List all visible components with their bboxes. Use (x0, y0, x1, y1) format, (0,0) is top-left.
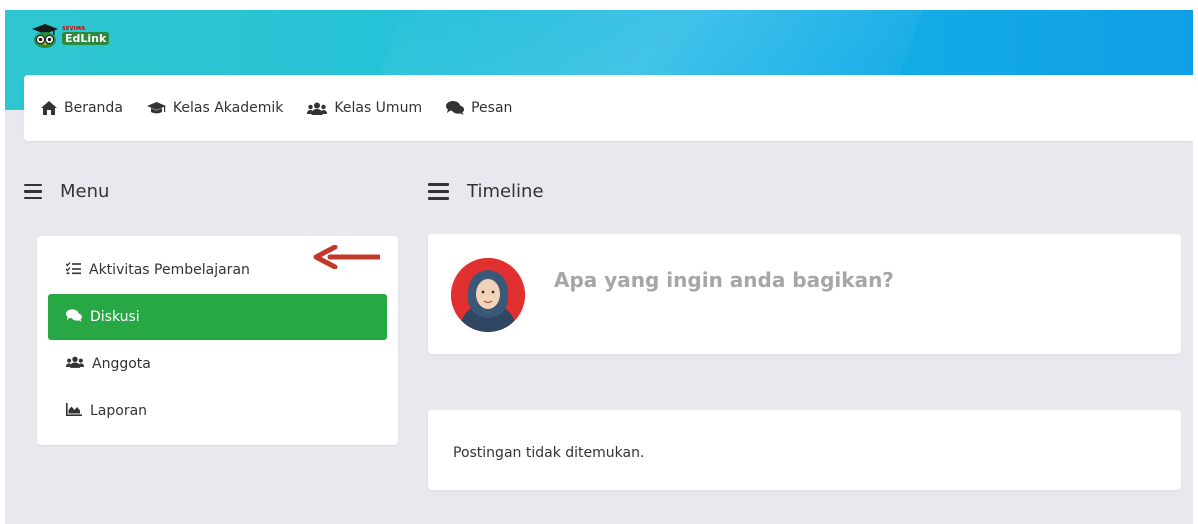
comments-icon (446, 101, 465, 115)
empty-state-message: Postingan tidak ditemukan. (453, 445, 645, 461)
menu-item-label: Aktivitas Pembelajaran (89, 262, 250, 278)
menu-heading: Menu (24, 181, 109, 202)
timeline-hamburger-icon[interactable] (428, 183, 449, 200)
nav-item-label: Kelas Akademik (172, 100, 284, 116)
user-avatar (451, 258, 525, 332)
nav-item-label: Kelas Umum (334, 100, 423, 116)
timeline-title: Timeline (467, 181, 544, 202)
timeline-heading: Timeline (428, 181, 544, 202)
timeline-empty-card: Postingan tidak ditemukan. (428, 410, 1181, 490)
tasks-icon (65, 261, 81, 279)
comments-icon (66, 308, 82, 326)
main-navbar: Beranda Kelas Akademik Kelas Umum Pesan (24, 75, 1193, 141)
menu-item-anggota[interactable]: Anggota (48, 341, 387, 387)
graduation-cap-icon (146, 101, 166, 115)
menu-hamburger-icon[interactable] (24, 183, 42, 200)
menu-item-diskusi[interactable]: Diskusi (48, 294, 387, 340)
post-composer-card[interactable]: Apa yang ingin anda bagikan? (428, 234, 1181, 354)
annotation-arrow-icon (313, 245, 380, 269)
menu-title: Menu (60, 181, 110, 202)
area-chart-icon (66, 402, 82, 420)
nav-item-kelas-umum[interactable]: Kelas Umum (307, 100, 422, 116)
brand-name: EdLink (62, 32, 110, 45)
menu-item-laporan[interactable]: Laporan (48, 388, 387, 434)
app-root: SEVIMA EdLink Beranda Kelas Akademik Kel… (5, 10, 1193, 524)
nav-item-kelas-akademik[interactable]: Kelas Akademik (146, 100, 284, 116)
nav-item-pesan[interactable]: Pesan (446, 100, 512, 116)
owl-logo-icon (32, 24, 58, 48)
nav-item-label: Beranda (64, 100, 123, 116)
menu-item-label: Laporan (90, 403, 148, 419)
nav-item-label: Pesan (471, 100, 513, 116)
composer-prompt[interactable]: Apa yang ingin anda bagikan? (554, 268, 894, 292)
menu-item-label: Diskusi (90, 309, 140, 325)
brand-text: SEVIMA EdLink (62, 27, 110, 45)
nav-item-beranda[interactable]: Beranda (41, 100, 123, 116)
home-icon (41, 101, 57, 115)
edlink-logo[interactable]: SEVIMA EdLink (32, 24, 110, 48)
menu-item-label: Anggota (92, 356, 151, 372)
users-icon (66, 356, 84, 372)
users-icon (307, 102, 328, 115)
